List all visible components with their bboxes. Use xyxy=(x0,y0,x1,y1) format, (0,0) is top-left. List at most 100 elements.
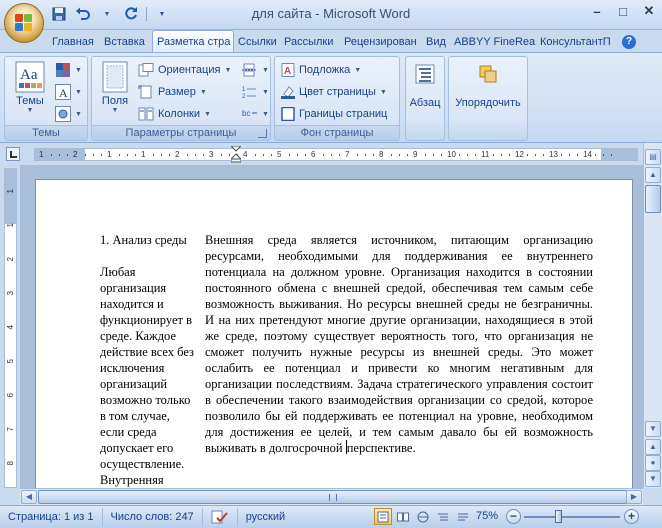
zoom-slider-thumb[interactable] xyxy=(555,510,562,523)
draft-icon[interactable] xyxy=(454,508,472,525)
web-layout-icon[interactable] xyxy=(414,508,432,525)
hyphenation-button[interactable]: bc ▼ xyxy=(242,107,269,121)
help-icon[interactable]: ? xyxy=(618,31,640,52)
theme-colors-icon xyxy=(56,63,70,77)
page-setup-launcher-icon[interactable] xyxy=(258,129,267,138)
size-button[interactable]: Размер ▼ xyxy=(138,85,207,99)
ruler-tick xyxy=(187,154,188,156)
horizontal-ruler[interactable]: 1 2 1 1 2 3 4 5 6 7 8 9 10 11 12 13 14 xyxy=(34,145,638,163)
close-button[interactable]: ✕ xyxy=(636,0,662,22)
tab-page-layout[interactable]: Разметка стра xyxy=(152,30,234,52)
full-screen-reading-icon[interactable] xyxy=(394,508,412,525)
print-layout-icon[interactable] xyxy=(374,508,392,525)
zoom-slider-track[interactable] xyxy=(524,516,620,518)
horizontal-scrollbar[interactable]: ◀ ▶ xyxy=(20,488,643,505)
tab-abbyy[interactable]: ABBYY FineRea xyxy=(450,31,536,52)
ruler-tick xyxy=(271,154,272,156)
indent-marker-icon[interactable] xyxy=(229,145,243,163)
scroll-up-icon[interactable]: ▲ xyxy=(645,167,661,183)
themes-button[interactable]: Aa Темы ▼ xyxy=(13,61,47,114)
language[interactable]: русский xyxy=(238,508,293,526)
theme-effects-button[interactable]: ▼ xyxy=(55,106,82,122)
minimize-button[interactable]: – xyxy=(584,0,610,22)
ruler-tick xyxy=(153,154,154,156)
tab-home[interactable]: Главная xyxy=(48,31,100,52)
tab-selector-button[interactable] xyxy=(6,147,20,161)
scroll-right-icon[interactable]: ▶ xyxy=(626,490,642,504)
vertical-ruler[interactable]: 1 1 2 3 4 5 6 7 8 xyxy=(4,168,17,488)
zoom-out-icon[interactable]: − xyxy=(506,509,521,524)
vruler-number: 4 xyxy=(6,325,15,330)
vertical-scroll-thumb[interactable] xyxy=(645,185,661,213)
ruler-right-margin xyxy=(601,149,638,160)
vertical-scrollbar[interactable]: ▤ ▲ ▼ ▲ ● ▼ xyxy=(643,143,662,488)
ruler-tick xyxy=(365,154,366,156)
horizontal-scroll-thumb[interactable] xyxy=(38,490,627,504)
right-column-text[interactable]: Внешняя среда является источником, питаю… xyxy=(205,232,593,456)
ruler-toggle-icon[interactable]: ▤ xyxy=(645,149,661,165)
ruler-number: 8 xyxy=(379,150,384,159)
ruler-tick xyxy=(289,154,290,156)
select-browse-object-icon[interactable]: ● xyxy=(645,455,661,471)
ruler-tick xyxy=(195,154,196,156)
ruler-tick xyxy=(569,154,570,156)
tab-insert[interactable]: Вставка xyxy=(100,31,152,52)
page-borders-button[interactable]: Границы страниц xyxy=(281,107,387,121)
columns-button[interactable]: Колонки ▼ xyxy=(138,107,211,121)
vruler-number: 1 xyxy=(6,223,15,228)
tab-consultant[interactable]: КонсультантП xyxy=(536,31,618,52)
page-color-button[interactable]: Цвет страницы ▼ xyxy=(281,85,387,99)
themes-icon: Aa xyxy=(15,61,45,93)
office-button[interactable] xyxy=(4,3,44,43)
arrange-group: Упорядочить xyxy=(448,56,528,141)
scroll-left-icon[interactable]: ◀ xyxy=(21,490,37,504)
document-area: 1. Анализ среды Любая организация находи… xyxy=(20,165,643,488)
paragraph-button[interactable]: Абзац xyxy=(406,61,444,109)
word-count[interactable]: Число слов: 247 xyxy=(103,508,203,526)
ruler-number: 1 xyxy=(39,150,44,159)
theme-colors-button[interactable]: ▼ xyxy=(55,62,82,78)
next-page-icon[interactable]: ▼ xyxy=(645,471,661,487)
page-background-group-label: Фон страницы xyxy=(275,125,399,140)
spelling-check-icon xyxy=(211,510,228,524)
previous-page-icon[interactable]: ▲ xyxy=(645,439,661,455)
office-logo-icon xyxy=(15,14,33,32)
page-count[interactable]: Страница: 1 из 1 xyxy=(0,508,103,526)
page-setup-group: Поля ▼ Ориентация ▼ Размер ▼ Колонки ▼ ▼… xyxy=(91,56,271,141)
scroll-down-icon[interactable]: ▼ xyxy=(645,421,661,437)
watermark-button[interactable]: A Подложка ▼ xyxy=(281,63,361,77)
outline-icon[interactable] xyxy=(434,508,452,525)
ruler-tick xyxy=(357,154,358,156)
svg-text:Aa: Aa xyxy=(20,67,38,83)
vruler-number: 1 xyxy=(6,189,15,194)
tab-references[interactable]: Ссылки xyxy=(234,31,280,52)
columns-icon xyxy=(138,107,154,121)
proofing-status[interactable] xyxy=(203,508,238,526)
tab-review[interactable]: Рецензирован xyxy=(340,31,422,52)
ruler-tick xyxy=(59,154,60,156)
tab-view[interactable]: Вид xyxy=(422,31,450,52)
ruler-tick xyxy=(161,154,162,156)
horizontal-ruler-row: 1 2 1 1 2 3 4 5 6 7 8 9 10 11 12 13 14 xyxy=(0,143,662,165)
ruler-tick xyxy=(67,154,68,156)
ruler-tick xyxy=(331,154,332,156)
orientation-button[interactable]: Ориентация ▼ xyxy=(138,63,231,77)
maximize-button[interactable]: □ xyxy=(610,0,636,22)
vruler-number: 2 xyxy=(6,257,15,262)
page-background-group: A Подложка ▼ Цвет страницы ▼ Границы стр… xyxy=(274,56,400,141)
ruler-tick xyxy=(203,154,204,156)
zoom-in-icon[interactable]: + xyxy=(624,509,639,524)
ruler-tick xyxy=(527,154,528,156)
arrange-button[interactable]: Упорядочить xyxy=(449,61,527,109)
margins-button[interactable]: Поля ▼ xyxy=(98,61,132,114)
breaks-button[interactable]: ▼ xyxy=(242,63,269,77)
left-column-text[interactable]: 1. Анализ среды Любая организация находи… xyxy=(100,232,212,488)
tab-mailings[interactable]: Рассылки xyxy=(280,31,340,52)
ribbon-tabs: Главная Вставка Разметка стра Ссылки Рас… xyxy=(48,30,662,52)
theme-fonts-button[interactable]: A ▼ xyxy=(55,84,82,100)
zoom-level[interactable]: 75% xyxy=(476,510,498,522)
margins-icon xyxy=(102,61,128,93)
document-page[interactable]: 1. Анализ среды Любая организация находи… xyxy=(35,179,633,488)
ruler-tick xyxy=(493,154,494,156)
line-numbers-button[interactable]: 12 ▼ xyxy=(242,85,269,99)
